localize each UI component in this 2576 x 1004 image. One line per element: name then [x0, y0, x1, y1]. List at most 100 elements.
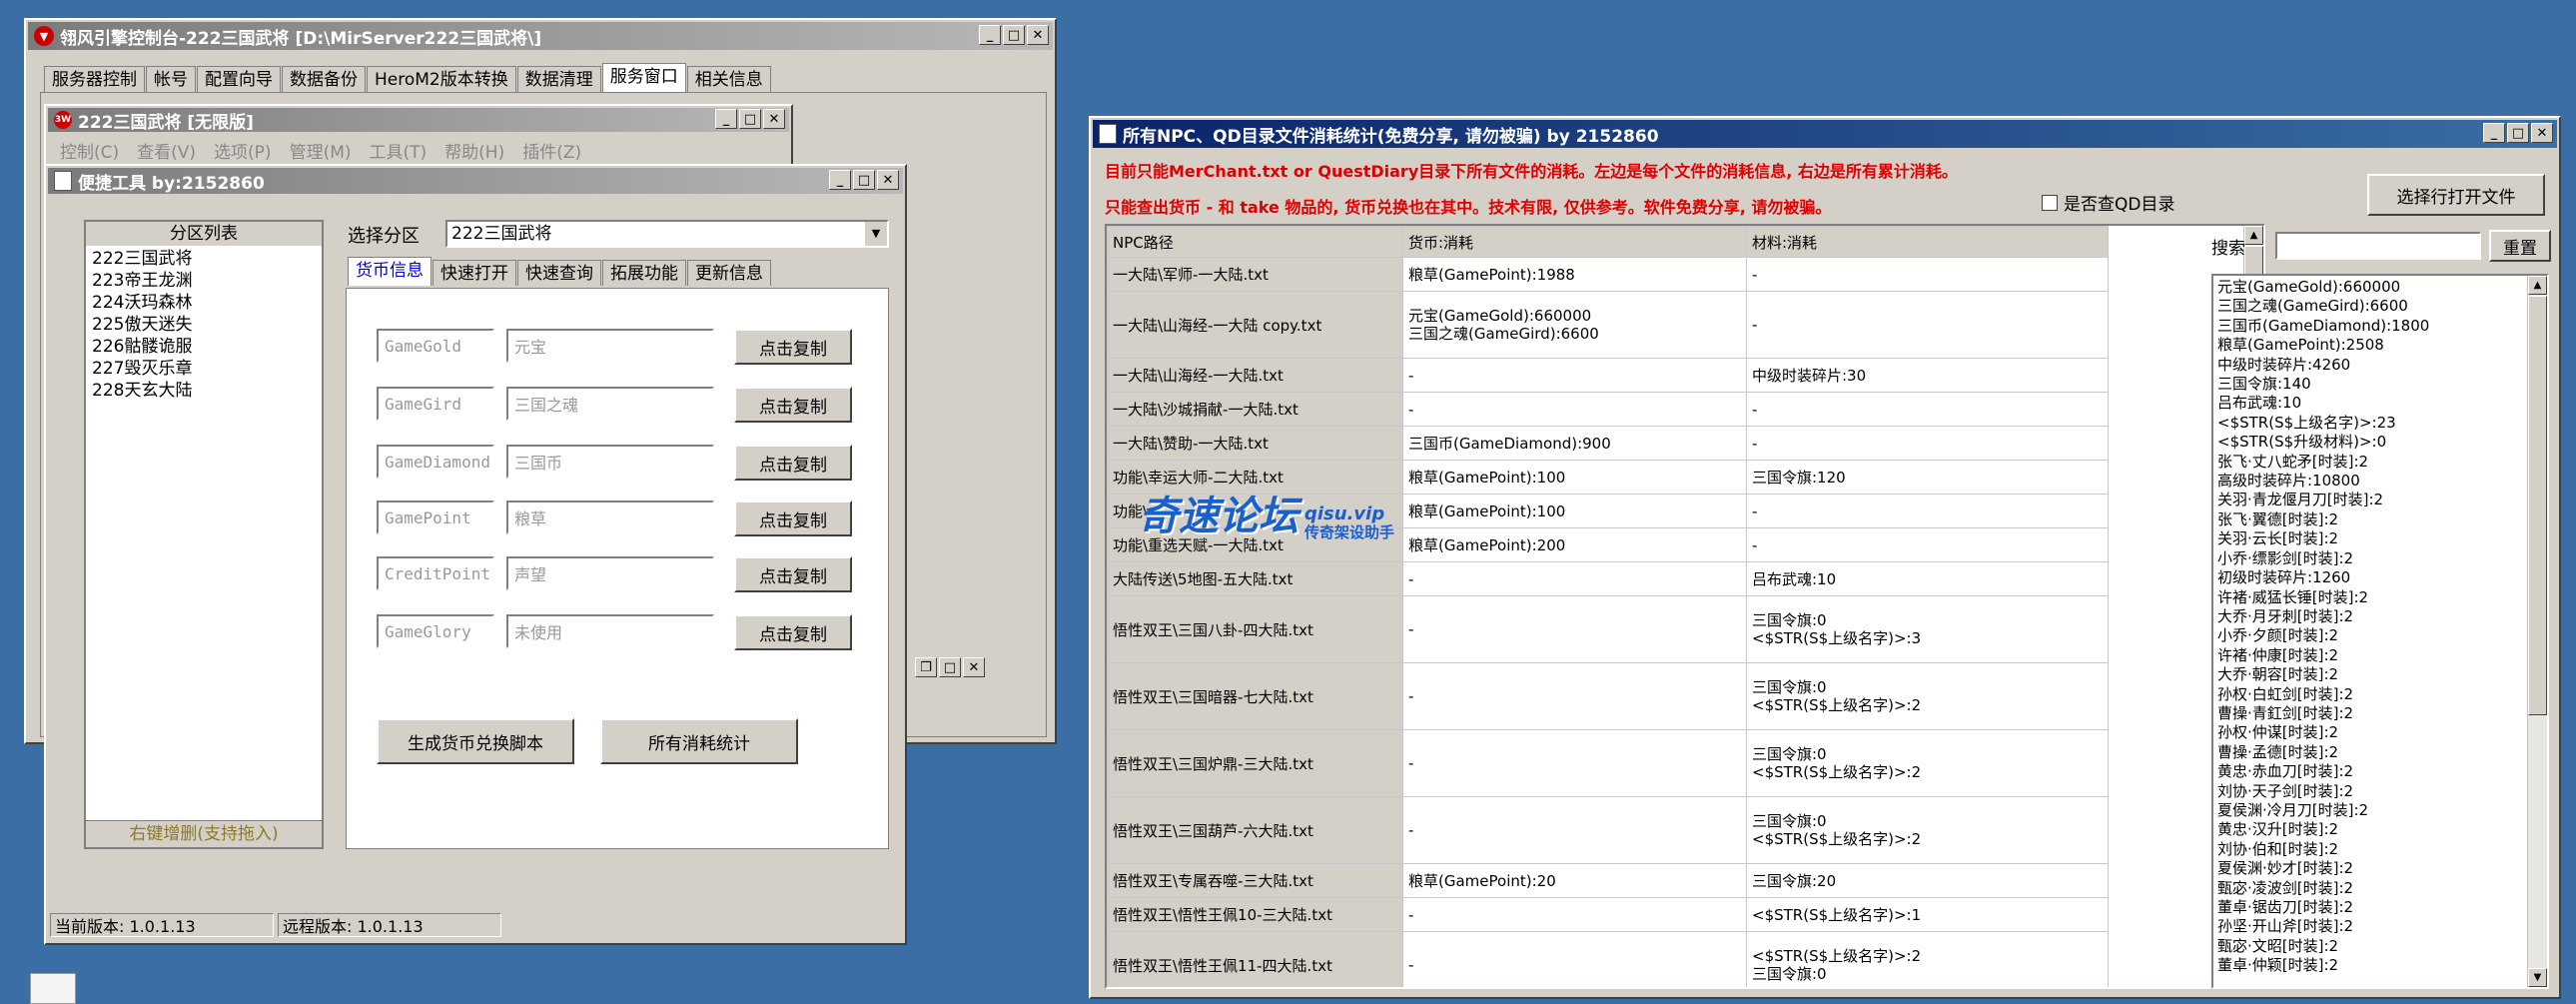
currency-cell[interactable]: - [1402, 595, 1747, 663]
totals-list-item[interactable]: 黄忠·赤血刀[时装]:2 [2217, 762, 2543, 781]
list-item[interactable]: 227毁灭乐章 [92, 358, 316, 380]
totals-list-item[interactable]: 张飞·丈八蛇矛[时装]:2 [2217, 453, 2543, 472]
totals-list-item[interactable]: <$STR(S$升级材料)>:0 [2217, 433, 2543, 452]
currency-name-field[interactable]: 粮草 [506, 501, 714, 534]
totals-list-item[interactable]: 曹操·孟德[时装]:2 [2217, 743, 2543, 762]
list-item[interactable]: 225傲天迷失 [92, 314, 316, 336]
column-header-npc-path[interactable]: NPC路径 [1107, 226, 1403, 258]
totals-list-item[interactable]: 初级时装碎片:1260 [2217, 568, 2543, 587]
list-item[interactable]: 222三国武将 [92, 248, 316, 270]
tab-herom2-convert[interactable]: HeroM2版本转换 [367, 66, 516, 92]
totals-list-item[interactable]: 黄忠·汉升[时装]:2 [2217, 820, 2543, 839]
totals-list-item[interactable]: 三国币(GameDiamond):1800 [2217, 317, 2543, 336]
maximize-icon[interactable]: □ [1003, 25, 1025, 45]
table-row[interactable]: 一大陆\山海经-一大陆 copy.txt 元宝(GameGold):660000 三… [1107, 291, 2109, 359]
maximize-icon[interactable]: □ [939, 657, 961, 677]
totals-list-item[interactable]: 夏侯渊·冷月刀[时装]:2 [2217, 801, 2543, 820]
totals-list-item[interactable]: 孙坚·开山斧[时装]:2 [2217, 917, 2543, 936]
totals-list-item[interactable]: 粮草(GamePoint):2508 [2217, 336, 2543, 355]
qd-checkbox-row[interactable]: 是否查QD目录 [2042, 190, 2174, 215]
currency-cell[interactable]: - [1402, 729, 1747, 797]
totals-list-item[interactable]: 刘协·天子剑[时装]:2 [2217, 782, 2543, 801]
tab-extensions[interactable]: 拓展功能 [602, 260, 686, 286]
tab-quick-query[interactable]: 快速查询 [517, 260, 601, 286]
currency-key-field[interactable]: GameDiamond [377, 445, 494, 479]
material-cell[interactable]: - [1746, 494, 2109, 528]
table-row[interactable]: 悟性双王\悟性王佩11-四大陆.txt - <$STR(S$上级名字)>:2 三国令旗… [1107, 931, 2109, 987]
currency-key-field[interactable]: CreditPoint [377, 556, 494, 590]
maximize-icon[interactable]: □ [739, 109, 761, 129]
tab-data-cleanup[interactable]: 数据清理 [516, 66, 601, 92]
npc-path-cell[interactable]: 一大陆\山海经-一大陆 copy.txt [1107, 291, 1403, 359]
table-row[interactable]: 悟性双王\三国暗器-七大陆.txt - 三国令旗:0 <$STR(S$上级名字)>:2 [1107, 662, 2109, 730]
npc-path-cell[interactable]: 悟性双王\专属吞噬-三大陆.txt [1107, 863, 1403, 898]
totals-list-item[interactable]: 吕布武魂:10 [2217, 394, 2543, 413]
totals-list-item[interactable]: 关羽·云长[时装]:2 [2217, 529, 2543, 548]
npc-path-cell[interactable]: 大陆传送\5地图-五大陆.txt [1107, 561, 1403, 596]
totals-list-item[interactable]: 关羽·青龙偃月刀[时装]:2 [2217, 491, 2543, 509]
material-cell[interactable]: - [1746, 257, 2109, 292]
currency-name-field[interactable]: 未使用 [506, 614, 714, 648]
npc-path-cell[interactable]: 功能\... [1107, 494, 1403, 528]
console-titlebar[interactable]: ▼ 翎风引擎控制台-222三国武将 [D:\MirServer222三国武将\] [28, 22, 1053, 50]
material-cell[interactable]: - [1746, 426, 2109, 461]
menu-help[interactable]: 帮助(H) [444, 138, 504, 163]
close-icon[interactable]: ✕ [963, 657, 985, 677]
qd-checkbox[interactable] [2042, 194, 2058, 211]
currency-cell[interactable]: - [1402, 931, 1747, 987]
table-row[interactable]: 悟性双王\三国炉鼎-三大陆.txt - 三国令旗:0 <$STR(S$上级名字)>:2 [1107, 729, 2109, 797]
currency-key-field[interactable]: GameGlory [377, 614, 494, 648]
npc-path-cell[interactable]: 悟性双王\悟性王佩10-三大陆.txt [1107, 897, 1403, 932]
open-file-button[interactable]: 选择行打开文件 [2367, 174, 2545, 216]
minimize-icon[interactable]: _ [715, 109, 737, 129]
tab-server-control[interactable]: 服务器控制 [44, 66, 145, 92]
currency-cell[interactable]: 元宝(GameGold):660000 三国之魂(GameGird):6600 [1402, 291, 1747, 359]
currency-cell[interactable]: - [1402, 358, 1747, 393]
totals-list-item[interactable]: 董卓·仲颖[时装]:2 [2217, 956, 2543, 975]
close-icon[interactable]: ✕ [2531, 123, 2553, 143]
copy-button[interactable]: 点击复制 [734, 387, 852, 423]
totals-list-item[interactable]: 高级时装碎片:10800 [2217, 472, 2543, 491]
desktop-file-icon[interactable] [30, 973, 76, 1004]
table-row[interactable]: 一大陆\山海经-一大陆.txt - 中级时装碎片:30 [1107, 358, 2109, 393]
reset-button[interactable]: 重置 [2489, 230, 2551, 262]
minimize-icon[interactable]: _ [829, 170, 851, 190]
menu-plugins[interactable]: 插件(Z) [522, 138, 581, 163]
scroll-up-icon[interactable]: ▲ [2528, 276, 2547, 295]
totals-list-item[interactable]: 许褚·威猛长锤[时装]:2 [2217, 588, 2543, 607]
stats-table-container[interactable]: NPC路径 货币:消耗 材料:消耗 一大陆\军师-一大陆.txt 粮草(GameP… [1105, 224, 2265, 989]
tab-account[interactable]: 帐号 [146, 66, 196, 92]
material-cell[interactable]: <$STR(S$上级名字)>:1 [1746, 897, 2109, 932]
npc-path-cell[interactable]: 悟性双王\三国炉鼎-三大陆.txt [1107, 729, 1403, 797]
table-row[interactable]: 悟性双王\三国葫芦-六大陆.txt - 三国令旗:0 <$STR(S$上级名字)>:2 [1107, 796, 2109, 864]
totals-list-item[interactable]: 三国令旗:140 [2217, 375, 2543, 394]
material-cell[interactable]: - [1746, 392, 2109, 427]
material-cell[interactable]: 三国令旗:0 <$STR(S$上级名字)>:3 [1746, 595, 2109, 663]
list-item[interactable]: 228天玄大陆 [92, 380, 316, 402]
currency-cell[interactable]: 粮草(GamePoint):100 [1402, 460, 1747, 495]
column-header-material[interactable]: 材料:消耗 [1746, 226, 2109, 258]
currency-cell[interactable]: 粮草(GamePoint):100 [1402, 494, 1747, 528]
tab-data-backup[interactable]: 数据备份 [282, 66, 366, 92]
copy-button[interactable]: 点击复制 [734, 329, 852, 365]
menu-manage[interactable]: 管理(M) [290, 138, 352, 163]
currency-name-field[interactable]: 三国币 [506, 445, 714, 479]
currency-cell[interactable]: - [1402, 392, 1747, 427]
copy-button[interactable]: 点击复制 [734, 556, 852, 592]
all-stats-button[interactable]: 所有消耗统计 [600, 718, 798, 764]
tab-currency-info[interactable]: 货币信息 [348, 257, 431, 286]
totals-list-item[interactable]: 董卓·锯齿刀[时装]:2 [2217, 898, 2543, 917]
tool-titlebar[interactable]: 便捷工具 by:2152860 [48, 168, 903, 194]
currency-cell[interactable]: - [1402, 561, 1747, 596]
totals-list-item[interactable]: 大乔·月牙刺[时装]:2 [2217, 607, 2543, 626]
minimize-icon[interactable]: _ [979, 25, 1001, 45]
npc-path-cell[interactable]: 功能\幸运大师-二大陆.txt [1107, 460, 1403, 495]
npc-path-cell[interactable]: 悟性双王\三国八卦-四大陆.txt [1107, 595, 1403, 663]
currency-cell[interactable]: - [1402, 897, 1747, 932]
table-row[interactable]: 一大陆\赞助-一大陆.txt 三国币(GameDiamond):900 - [1107, 426, 2109, 461]
copy-button[interactable]: 点击复制 [734, 445, 852, 481]
totals-list-item[interactable]: 许褚·仲康[时装]:2 [2217, 646, 2543, 665]
table-row[interactable]: 悟性双王\三国八卦-四大陆.txt - 三国令旗:0 <$STR(S$上级名字)>:3 [1107, 595, 2109, 663]
material-cell[interactable]: 三国令旗:0 <$STR(S$上级名字)>:2 [1746, 729, 2109, 797]
totals-list-item[interactable]: 曹操·青釭剑[时装]:2 [2217, 704, 2543, 723]
